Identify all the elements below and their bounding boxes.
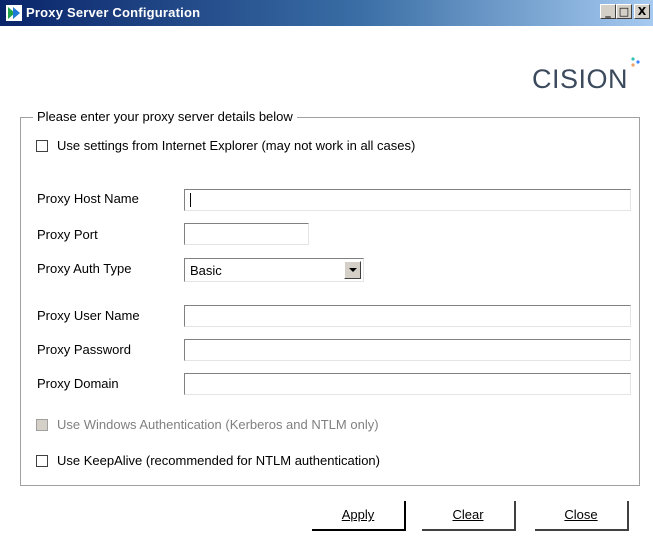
logo-text: CISION <box>532 64 629 94</box>
proxy-domain-label: Proxy Domain <box>37 376 119 391</box>
chevron-down-icon[interactable] <box>344 261 361 279</box>
apply-button-label: Apply <box>341 507 375 522</box>
windows-auth-label: Use Windows Authentication (Kerberos and… <box>57 417 379 432</box>
apply-button[interactable]: Apply <box>312 501 406 531</box>
window-title: Proxy Server Configuration <box>26 5 201 20</box>
ie-settings-option[interactable]: Use settings from Internet Explorer (may… <box>36 138 415 153</box>
keepalive-checkbox[interactable] <box>36 454 48 467</box>
close-button-label: Close <box>564 507 598 522</box>
windows-auth-option: Use Windows Authentication (Kerberos and… <box>36 417 379 432</box>
title-bar[interactable]: Proxy Server Configuration _ □ X <box>0 0 653 26</box>
proxy-auth-type-label: Proxy Auth Type <box>37 261 132 276</box>
minimize-button[interactable]: _ <box>600 4 616 19</box>
group-legend: Please enter your proxy server details b… <box>33 109 297 124</box>
clear-button[interactable]: Clear <box>422 501 516 531</box>
proxy-user-input[interactable] <box>184 305 631 327</box>
proxy-domain-input[interactable] <box>184 373 631 395</box>
proxy-host-label: Proxy Host Name <box>37 191 139 206</box>
close-window-button[interactable]: X <box>634 4 650 19</box>
proxy-auth-type-select[interactable]: Basic <box>184 258 364 282</box>
ie-settings-label: Use settings from Internet Explorer (may… <box>57 138 416 153</box>
cision-logo: CISION <box>532 64 628 95</box>
proxy-auth-type-value: Basic <box>190 263 222 278</box>
close-button[interactable]: Close <box>535 501 629 531</box>
maximize-button[interactable]: □ <box>616 4 632 19</box>
proxy-password-label: Proxy Password <box>37 342 131 357</box>
ie-settings-checkbox[interactable] <box>36 139 48 152</box>
app-icon <box>6 5 22 21</box>
text-caret <box>190 193 191 207</box>
proxy-port-label: Proxy Port <box>37 227 98 242</box>
keepalive-label: Use KeepAlive (recommended for NTLM auth… <box>57 453 380 468</box>
windows-auth-checkbox <box>36 418 48 431</box>
logo-dots-icon <box>631 57 640 67</box>
proxy-user-label: Proxy User Name <box>37 308 140 323</box>
proxy-password-input[interactable] <box>184 339 631 361</box>
keepalive-option[interactable]: Use KeepAlive (recommended for NTLM auth… <box>36 453 380 468</box>
clear-button-label: Clear <box>452 507 484 522</box>
proxy-port-input[interactable] <box>184 223 309 245</box>
proxy-host-input[interactable] <box>184 189 631 211</box>
